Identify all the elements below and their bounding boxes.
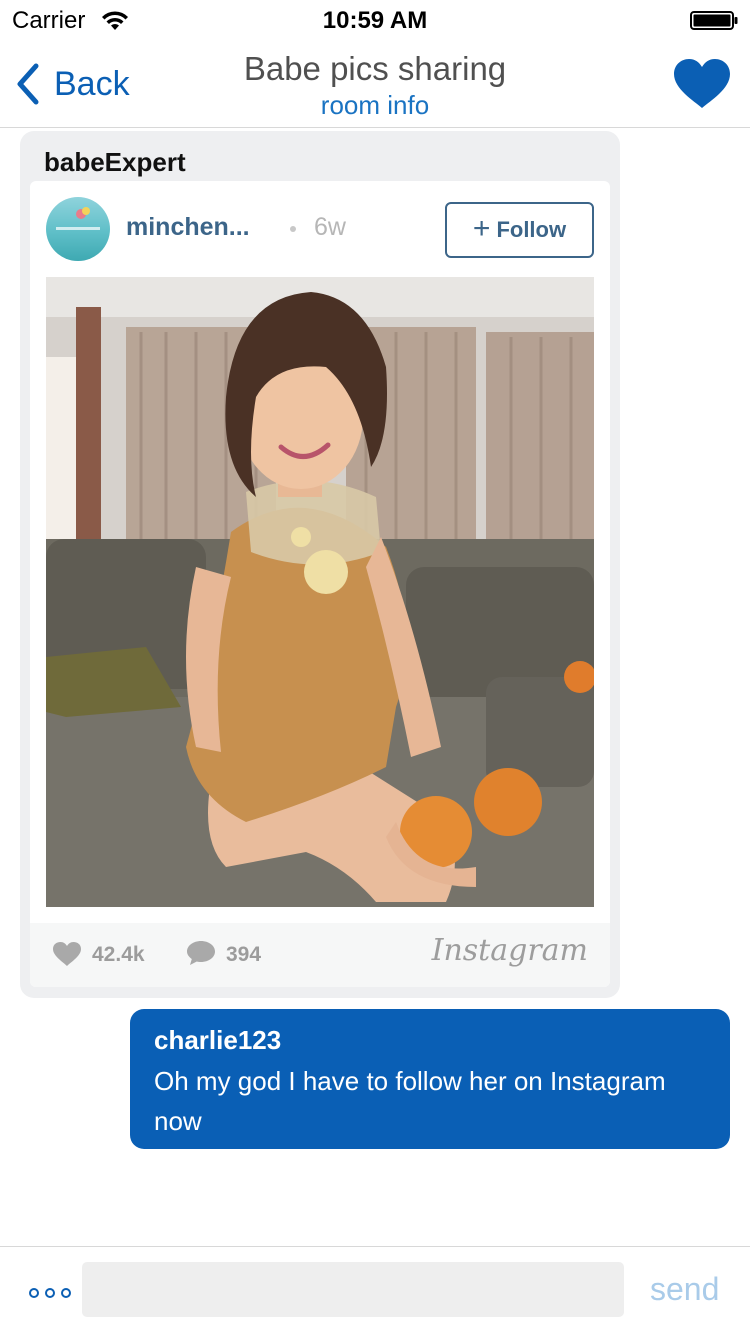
- instagram-embed[interactable]: minchen... 6w + Follow 42.4k 394 Instagr…: [30, 181, 610, 987]
- message-author: charlie123: [154, 1025, 282, 1055]
- avatar[interactable]: [46, 197, 110, 261]
- room-info-link[interactable]: room info: [0, 90, 750, 121]
- like-count: 42.4k: [92, 943, 145, 966]
- post-photo[interactable]: [46, 277, 594, 907]
- separator-dot: [290, 226, 296, 232]
- battery-icon: [690, 11, 738, 30]
- plus-icon: +: [472, 211, 491, 245]
- status-bar: Carrier 10:59 AM: [0, 0, 750, 40]
- instagram-logo[interactable]: Instagram: [432, 933, 588, 968]
- follow-button[interactable]: + Follow: [445, 202, 594, 258]
- comment-bubble-icon: [187, 941, 215, 965]
- send-button[interactable]: send: [650, 1271, 719, 1308]
- clock: 10:59 AM: [322, 7, 428, 34]
- navigation-bar: Back Babe pics sharing room info: [0, 40, 750, 128]
- chat-message: charlie123 Oh my god I have to follow he…: [130, 1009, 730, 1149]
- follow-label: Follow: [496, 217, 567, 242]
- comment-count: 394: [226, 943, 262, 966]
- heart-icon[interactable]: [672, 58, 732, 110]
- heart-icon: [53, 942, 81, 966]
- post-stats-bar: 42.4k 394 Instagram: [30, 923, 610, 987]
- message-composer: send: [0, 1246, 750, 1334]
- ellipsis-icon[interactable]: [26, 1283, 74, 1303]
- message-text: Oh my god I have to follow her on Instag…: [154, 1066, 666, 1136]
- message-input[interactable]: [82, 1262, 624, 1317]
- page-title: Babe pics sharing: [243, 50, 507, 87]
- shared-post-message: babeExpert minchen... 6w + Follow 42.4k …: [20, 131, 620, 998]
- message-sender: babeExpert: [44, 147, 186, 177]
- post-age: 6w: [314, 213, 346, 241]
- instagram-username[interactable]: minchen...: [126, 213, 250, 242]
